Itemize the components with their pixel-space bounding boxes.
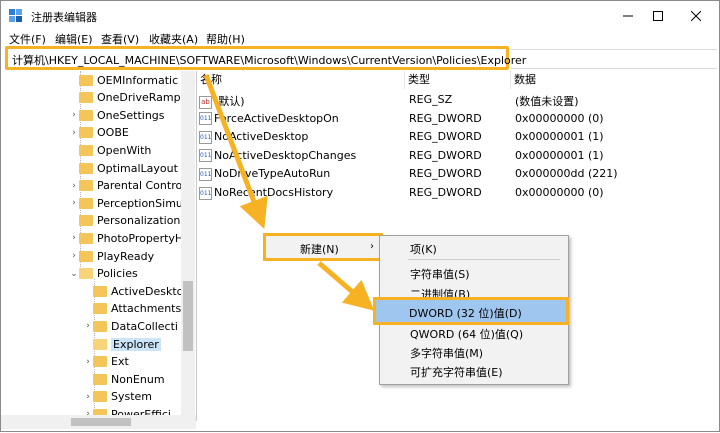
annotation-arrows: [203, 74, 375, 311]
registry-editor-window: 注册表编辑器 文件(F) 编辑(E) 查看(V) 收藏夹(A) 帮助(H) 计算…: [0, 0, 720, 432]
